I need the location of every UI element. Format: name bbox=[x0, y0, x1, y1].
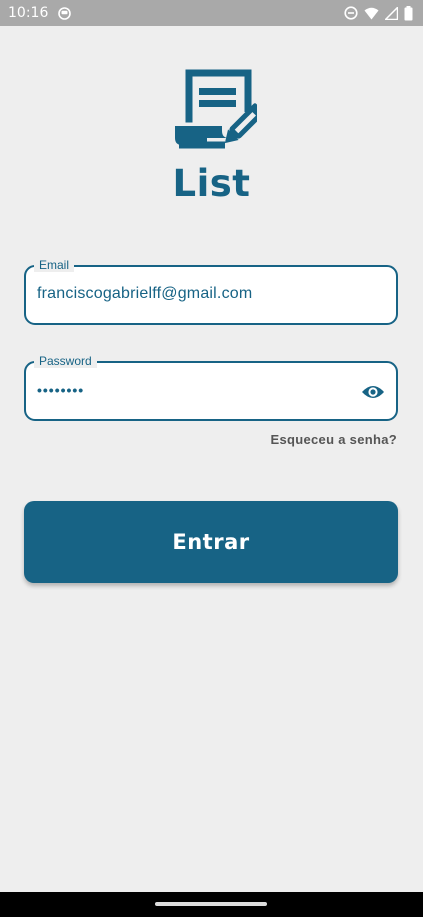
status-bar-right bbox=[344, 5, 413, 21]
wifi-icon bbox=[364, 7, 379, 20]
email-field-label: Email bbox=[34, 258, 75, 278]
email-field-value[interactable]: franciscogabrielff@gmail.com bbox=[37, 285, 346, 303]
status-bar-left: 10:16 bbox=[8, 5, 72, 21]
email-field[interactable]: Email franciscogabrielff@gmail.com bbox=[24, 258, 398, 325]
password-field-value[interactable]: •••••••• bbox=[37, 382, 346, 398]
forgot-password-link[interactable]: Esqueceu a senha? bbox=[271, 432, 397, 447]
status-bar: 10:16 bbox=[0, 0, 423, 26]
enter-button[interactable]: Entrar bbox=[24, 501, 398, 583]
password-field[interactable]: Password •••••••• bbox=[24, 354, 398, 421]
password-field-label: Password bbox=[34, 354, 97, 374]
home-gesture-handle[interactable] bbox=[155, 902, 267, 906]
signal-icon bbox=[385, 6, 398, 20]
system-nav-bar bbox=[0, 892, 423, 917]
battery-icon bbox=[404, 5, 413, 21]
status-time: 10:16 bbox=[8, 5, 49, 21]
list-logo-icon bbox=[173, 69, 265, 151]
notification-icon bbox=[58, 6, 72, 20]
show-password-eye-icon[interactable] bbox=[361, 382, 385, 402]
do-not-disturb-icon bbox=[344, 6, 358, 20]
app-title: List bbox=[172, 162, 251, 205]
